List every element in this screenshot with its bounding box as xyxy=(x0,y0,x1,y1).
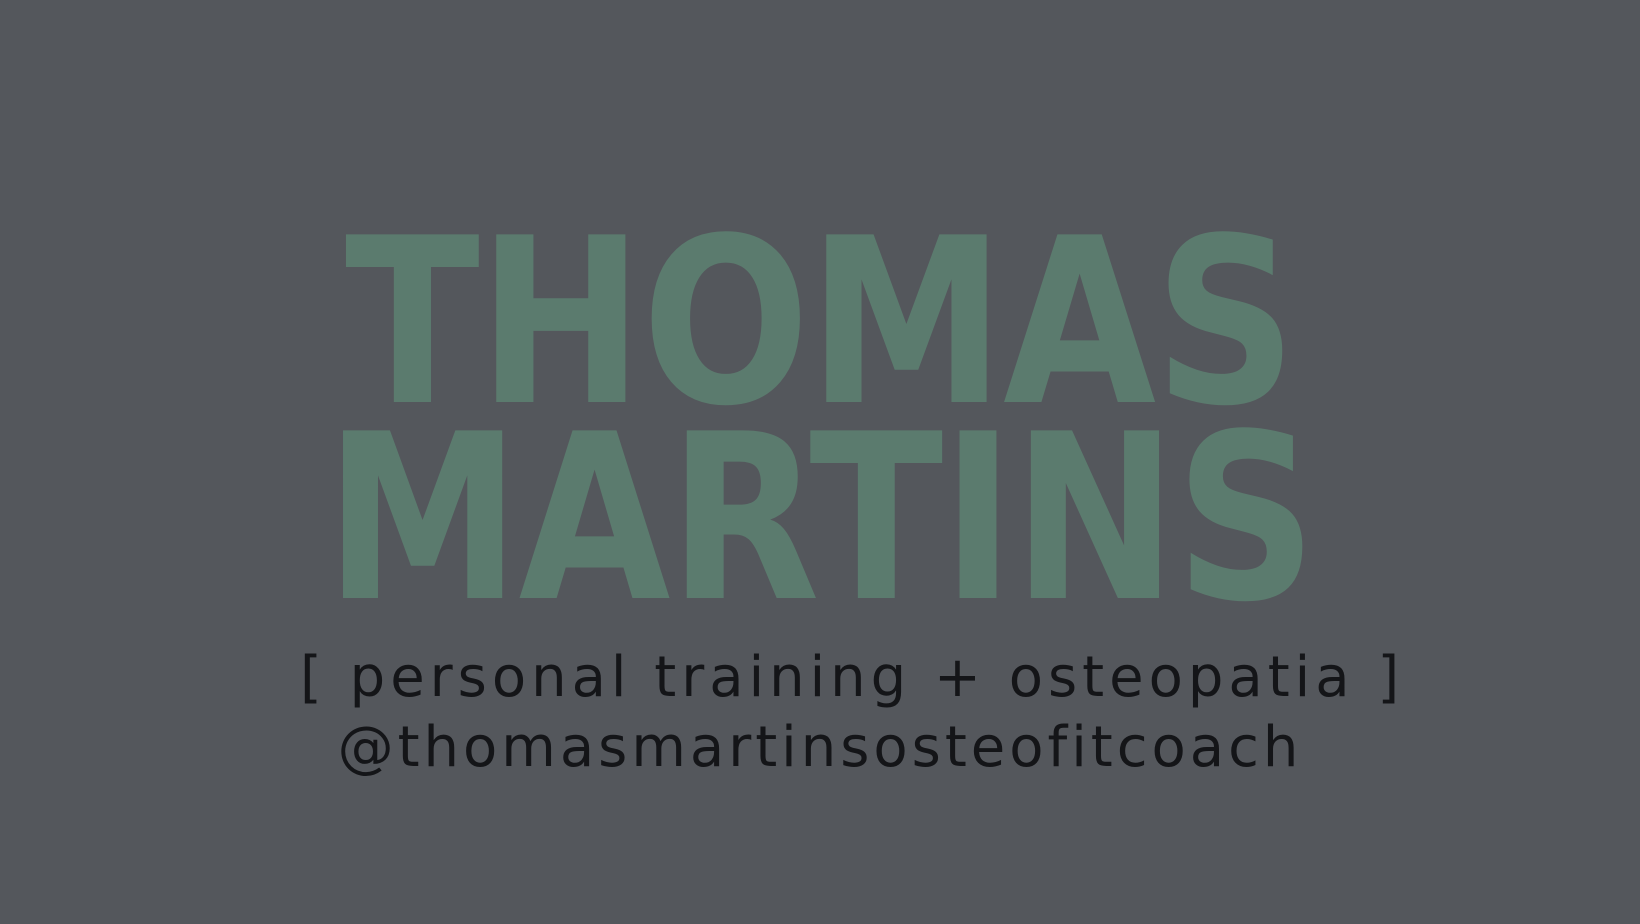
logo: THOMAS MARTINS xyxy=(300,190,1340,653)
business-card: THOMAS MARTINS [ personal training + ost… xyxy=(0,0,1640,924)
social-handle: @thomasmartinsosteofitcoach xyxy=(337,715,1303,780)
logo-wordmark: THOMAS MARTINS xyxy=(325,190,1317,653)
logo-last-name: MARTINS xyxy=(325,386,1315,610)
tagline: [ personal training + osteopatia ] xyxy=(300,645,1405,710)
